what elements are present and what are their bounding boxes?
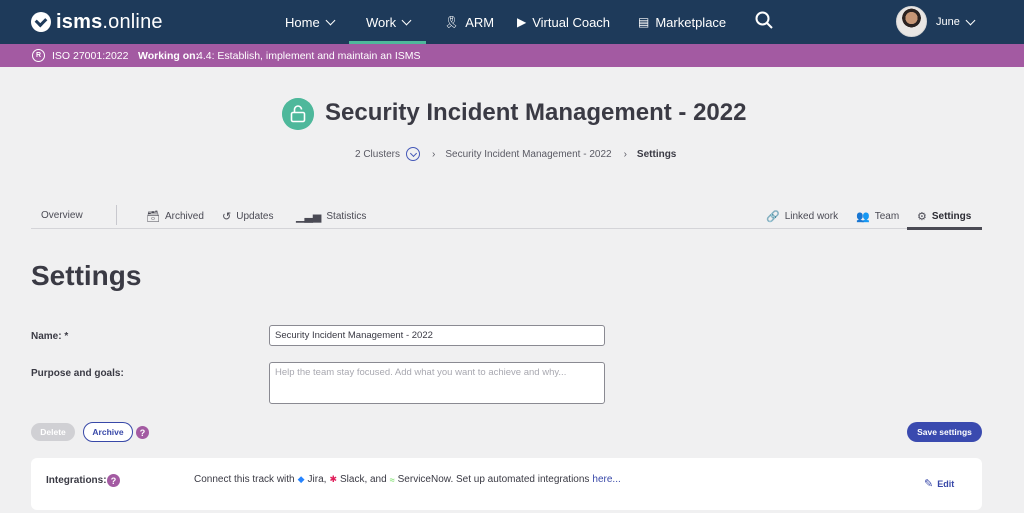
tab-settings-label: Settings	[931, 211, 972, 222]
nav-home[interactable]: Home	[285, 0, 336, 44]
tab-linked-work[interactable]: 🔗 Linked work	[766, 210, 838, 223]
tab-overview-label: Overview	[41, 210, 83, 221]
nav-virtual-coach-label: Virtual Coach	[532, 14, 611, 30]
integrations-label-text: Integrations:	[46, 475, 107, 486]
edit-integrations-button[interactable]: ✎ Edit	[924, 477, 954, 490]
jira-icon: ◆	[297, 474, 305, 484]
integrations-description: Connect this track with ◆ Jira, ✱ Slack,…	[194, 474, 621, 485]
nav-marketplace-label: Marketplace	[655, 14, 727, 30]
tab-bar-divider	[31, 228, 982, 229]
tab-overview[interactable]: Overview	[41, 210, 83, 221]
store-icon: ▤	[638, 15, 650, 29]
tab-statistics-label: Statistics	[326, 211, 367, 222]
servicenow-icon: ≈	[389, 474, 395, 485]
edit-label: Edit	[937, 478, 955, 489]
nav-home-label: Home	[285, 14, 320, 30]
play-icon: ▶	[517, 15, 527, 29]
page-title: Security Incident Management - 2022	[325, 99, 747, 126]
working-on-value[interactable]: 4.4: Establish, implement and maintain a…	[197, 50, 421, 62]
tab-settings[interactable]: ⚙ Settings	[917, 210, 971, 223]
user-avatar[interactable]	[896, 6, 927, 37]
pencil-icon: ✎	[924, 478, 934, 490]
nav-work-label: Work	[366, 14, 397, 30]
help-icon[interactable]: ?	[107, 474, 120, 487]
save-settings-button[interactable]: Save settings	[907, 422, 982, 442]
nav-arm[interactable]: 🎗 ARM	[444, 0, 494, 44]
logo-text: isms.online	[56, 10, 163, 33]
jira-label: Jira,	[307, 474, 327, 485]
tab-linked-work-label: Linked work	[784, 211, 839, 222]
tab-updates-label: Updates	[236, 211, 274, 222]
chevron-down-icon	[401, 15, 412, 25]
breadcrumb-current: Settings	[636, 148, 677, 160]
purpose-goals-label: Purpose and goals:	[31, 368, 124, 379]
delete-button[interactable]: Delete	[31, 423, 75, 441]
top-navigation: isms.online Home Work 🎗 ARM ▶ Virtual Co…	[0, 0, 1024, 44]
tab-archived-label: Archived	[164, 211, 204, 222]
integrations-setup-link[interactable]: here...	[592, 474, 620, 485]
name-label: Name: *	[31, 331, 69, 342]
user-menu[interactable]: June	[936, 0, 976, 44]
tab-updates[interactable]: ↺ Updates	[222, 210, 273, 223]
chevron-down-circle-icon[interactable]	[406, 147, 421, 161]
unlock-icon	[282, 98, 314, 130]
breadcrumb-separator: ›	[432, 148, 436, 160]
bar-chart-icon: ▁▃▅	[296, 211, 322, 223]
breadcrumb-track[interactable]: Security Incident Management - 2022	[445, 149, 611, 160]
chevron-down-icon	[325, 15, 336, 25]
registered-icon: R	[32, 49, 45, 62]
tab-statistics[interactable]: ▁▃▅ Statistics	[296, 210, 366, 223]
logo-check-icon	[31, 12, 51, 32]
breadcrumb: 2 Clusters › Security Incident Managemen…	[355, 147, 676, 161]
nav-work[interactable]: Work	[366, 0, 412, 44]
archive-button[interactable]: Archive	[83, 422, 133, 442]
chevron-down-icon	[965, 15, 976, 25]
tab-divider	[116, 205, 117, 225]
user-name-label: June	[936, 16, 960, 28]
tab-archived[interactable]: 🗃 Archived	[146, 210, 204, 223]
tab-team-label: Team	[874, 211, 900, 222]
section-title: Settings	[31, 260, 142, 291]
ribbon-icon: 🎗	[444, 15, 460, 29]
nav-arm-label: ARM	[465, 14, 495, 30]
gear-icon: ⚙	[917, 211, 927, 223]
active-tab-indicator	[907, 227, 982, 230]
nav-marketplace[interactable]: ▤ Marketplace	[638, 0, 726, 44]
nav-virtual-coach[interactable]: ▶ Virtual Coach	[517, 0, 610, 44]
tab-team[interactable]: 👥 Team	[856, 210, 899, 223]
users-icon: 👥	[856, 211, 870, 223]
integrations-panel: Integrations: ? Connect this track with …	[31, 458, 982, 510]
help-icon[interactable]: ?	[136, 426, 149, 439]
slack-label: Slack, and	[339, 474, 387, 485]
working-on-label: Working on:	[138, 50, 200, 62]
archive-box-icon: 🗃	[146, 211, 160, 223]
context-bar: R ISO 27001:2022 Working on: 4.4: Establ…	[0, 44, 1024, 67]
purpose-goals-field[interactable]	[269, 362, 605, 404]
standard-name[interactable]: ISO 27001:2022	[52, 50, 128, 62]
servicenow-label: ServiceNow. Set up automated integration…	[397, 474, 590, 485]
link-icon: 🔗	[766, 211, 780, 223]
breadcrumb-separator: ›	[623, 148, 627, 160]
brand-logo[interactable]: isms.online	[31, 10, 163, 34]
breadcrumb-clusters[interactable]: 2 Clusters	[355, 149, 400, 160]
integrations-prefix: Connect this track with	[194, 474, 295, 485]
slack-icon: ✱	[329, 474, 337, 484]
search-icon[interactable]	[755, 11, 773, 29]
name-field[interactable]	[269, 325, 605, 346]
integrations-label: Integrations:	[46, 475, 107, 486]
history-icon: ↺	[222, 211, 232, 223]
